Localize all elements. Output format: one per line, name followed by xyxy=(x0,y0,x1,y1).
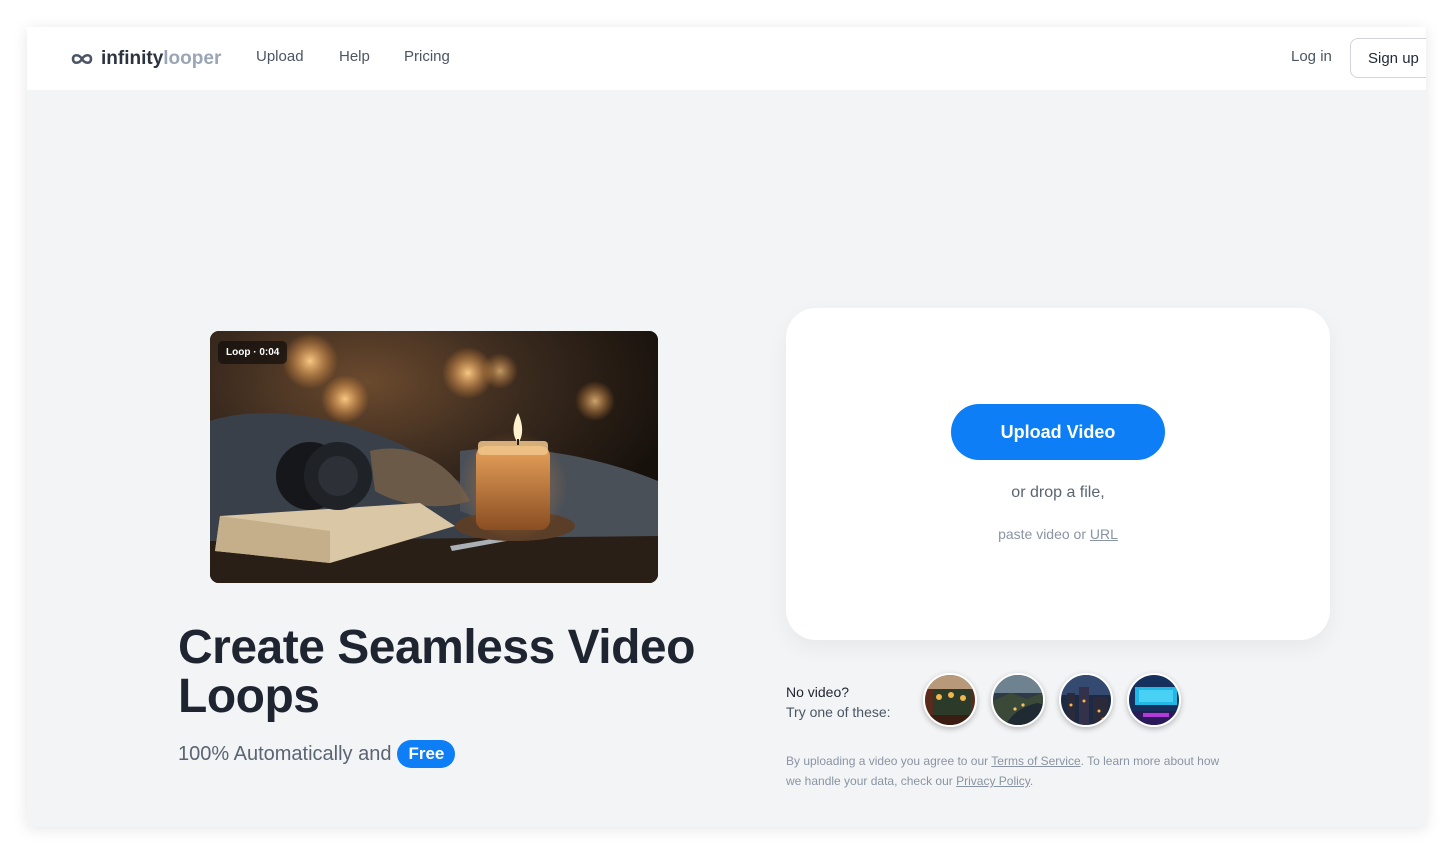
free-badge: Free xyxy=(397,740,456,768)
video-duration-badge: Loop · 0:04 xyxy=(218,341,288,364)
try-these-text: Try one of these: xyxy=(786,704,891,720)
signup-button[interactable]: Sign up xyxy=(1350,38,1426,78)
hero-video-preview[interactable]: Loop · 0:04 xyxy=(210,331,658,583)
river-city-thumbnail-icon xyxy=(993,675,1043,725)
cozy-candle-scene-image xyxy=(210,331,658,583)
legal-text-3: . xyxy=(1029,774,1034,788)
infinity-icon xyxy=(71,53,93,65)
market-stall-thumbnail-icon xyxy=(925,675,975,725)
browser-viewport: infinity looper Upload Help Pricing Log i… xyxy=(27,27,1426,827)
night-city-thumbnail-icon xyxy=(1061,675,1111,725)
login-link[interactable]: Log in xyxy=(1291,48,1332,65)
legal-notice: By uploading a video you agree to our Te… xyxy=(786,751,1236,791)
privacy-policy-link[interactable]: Privacy Policy xyxy=(956,774,1030,788)
sample-video-market-stall[interactable] xyxy=(923,673,977,727)
url-link[interactable]: URL xyxy=(1090,526,1118,542)
logo-text-infinity: infinity xyxy=(101,48,164,69)
upload-dropzone[interactable]: Upload Video or drop a file, paste video… xyxy=(786,308,1330,640)
sample-videos-label: No video? Try one of these: xyxy=(786,682,891,722)
nav-upload[interactable]: Upload xyxy=(256,48,304,65)
nav-help[interactable]: Help xyxy=(339,48,370,65)
paste-url-line: paste video or URL xyxy=(786,526,1330,542)
logo-text-looper: looper xyxy=(163,48,222,69)
top-navbar: infinity looper Upload Help Pricing Log i… xyxy=(27,27,1426,90)
hero-subtitle: 100% Automatically and Free xyxy=(178,740,456,768)
page-title: Create Seamless Video Loops xyxy=(178,621,695,723)
paste-text: paste video or xyxy=(998,526,1087,542)
sample-video-night-city[interactable] xyxy=(1059,673,1113,727)
nav-pricing[interactable]: Pricing xyxy=(404,48,450,65)
terms-of-service-link[interactable]: Terms of Service xyxy=(991,754,1080,768)
no-video-text: No video? xyxy=(786,684,850,700)
neon-room-thumbnail-icon xyxy=(1129,675,1179,725)
upload-video-button[interactable]: Upload Video xyxy=(951,404,1165,460)
sample-video-neon-room[interactable] xyxy=(1127,673,1181,727)
drop-file-text: or drop a file, xyxy=(1011,484,1105,501)
legal-text-1: By uploading a video you agree to our xyxy=(786,754,989,768)
logo[interactable]: infinity looper xyxy=(71,45,221,73)
sample-video-river-city[interactable] xyxy=(991,673,1045,727)
hero-subtitle-text: 100% Automatically and xyxy=(178,742,392,765)
